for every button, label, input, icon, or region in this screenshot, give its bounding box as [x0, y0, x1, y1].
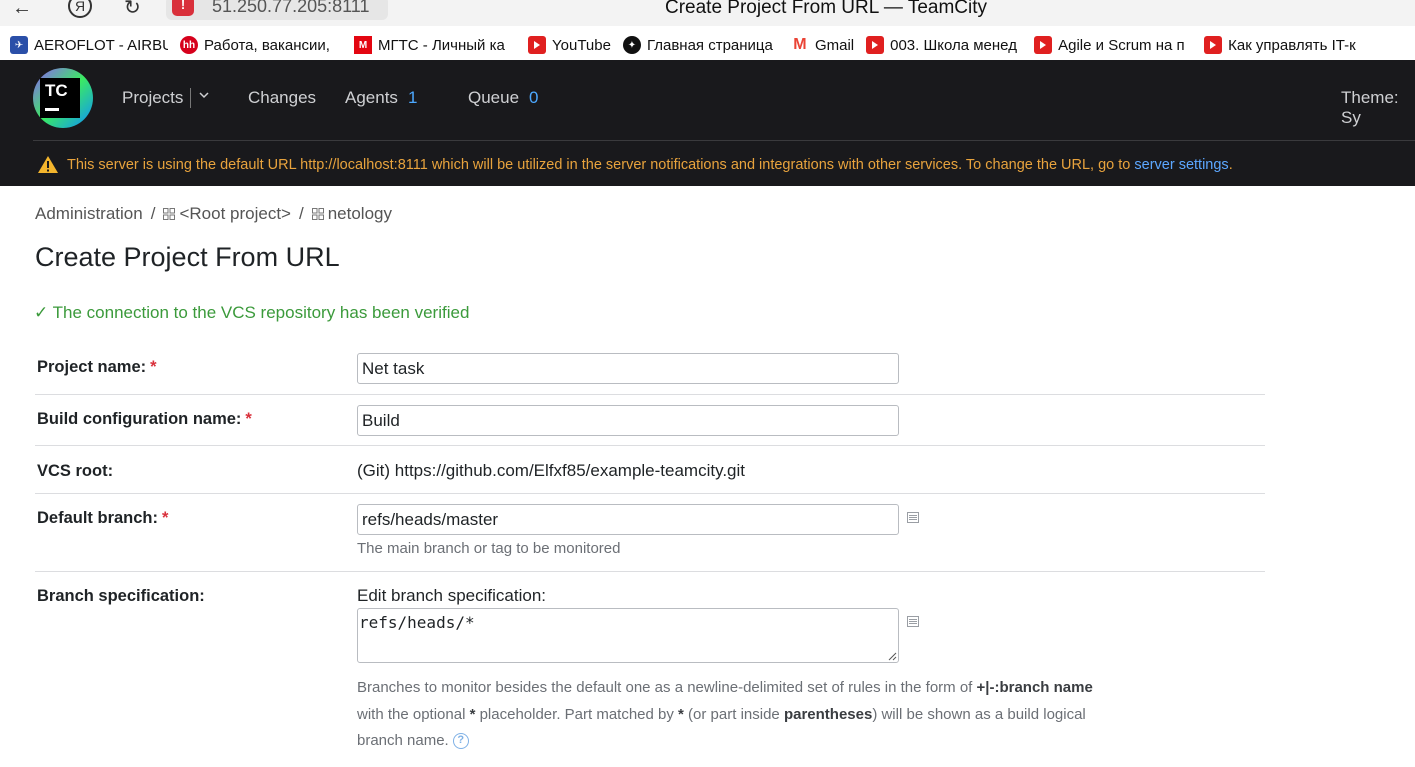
bookmarks-bar: ✈ AEROFLOT - AIRBU hh Работа, вакансии, … — [0, 30, 1415, 60]
logo-text: TC — [45, 81, 68, 100]
youtube-icon — [866, 36, 885, 54]
help-icon[interactable]: ? — [452, 733, 469, 750]
warning-icon — [38, 156, 58, 173]
vcs-root-row: VCS root: (Git) https://github.com/Elfxf… — [35, 446, 1265, 494]
compass-icon: ✦ — [622, 36, 641, 54]
bookmark-label: Agile и Scrum на п — [1058, 36, 1185, 54]
youtube-icon — [1204, 36, 1223, 54]
bookmark-it-manage[interactable]: Как управлять IT-к — [1204, 36, 1378, 54]
server-settings-link[interactable]: server settings — [1134, 157, 1228, 173]
breadcrumb-root-project[interactable]: <Root project> — [179, 204, 291, 224]
bookmark-youtube[interactable]: YouTube — [528, 36, 611, 54]
gmail-icon: M — [790, 36, 809, 54]
nav-projects[interactable]: Projects — [122, 88, 183, 108]
default-branch-row: Default branch:* The main branch or tag … — [35, 494, 1265, 572]
header-divider — [33, 140, 1415, 141]
warning-text: This server is using the default URL htt… — [67, 156, 1135, 173]
project-name-input[interactable] — [357, 353, 899, 384]
desc-text: (or part inside — [683, 705, 784, 723]
breadcrumb-netology[interactable]: netology — [328, 204, 392, 224]
server-url-warning: This server is using the default URL htt… — [37, 155, 1233, 174]
bookmark-label: Работа, вакансии, — [204, 36, 330, 54]
nav-agents[interactable]: Agents 1 — [345, 88, 417, 108]
aeroflot-icon: ✈ — [10, 36, 28, 54]
breadcrumb-administration[interactable]: Administration — [35, 204, 143, 224]
desc-bold: parentheses — [783, 705, 873, 723]
branch-spec-value: refs/heads/* — [359, 613, 475, 632]
required-mark: * — [245, 410, 252, 428]
project-name-row: Project name: * — [35, 343, 1265, 395]
resize-handle-icon[interactable] — [887, 651, 897, 661]
nav-queue[interactable]: Queue 0 — [468, 88, 539, 108]
desc-bold: +|-:branch name — [976, 679, 1093, 696]
breadcrumb: Administration / <Root project> / netolo… — [35, 204, 392, 224]
vcs-root-value: (Git) https://github.com/Elfxf85/example… — [357, 461, 745, 480]
project-name-label: Project name: * — [37, 358, 157, 376]
bookmark-agile[interactable]: Agile и Scrum на п — [1034, 36, 1192, 54]
nav-divider — [190, 88, 191, 108]
breadcrumb-separator: / — [298, 204, 304, 223]
desc-text: Branches to monitor besides the default … — [357, 679, 977, 696]
project-grid-icon — [311, 208, 324, 220]
bookmark-label: Главная страница — [646, 36, 773, 54]
desc-text: branch name. — [357, 732, 449, 749]
bookmark-label: AEROFLOT - AIRBU — [34, 36, 168, 54]
bookmark-hh[interactable]: hh Работа, вакансии, — [180, 36, 342, 54]
build-config-input[interactable] — [357, 405, 899, 436]
build-config-label: Build configuration name: * — [37, 410, 252, 428]
theme-selector[interactable]: Theme: Sy — [1341, 88, 1415, 128]
page-title: Create Project From URL — [35, 242, 340, 272]
mgts-icon: M — [354, 36, 372, 54]
nav-agents-label: Agents — [345, 88, 398, 107]
bookmark-label: 003. Школа менед — [890, 36, 1017, 54]
bookmark-label: YouTube — [552, 36, 611, 54]
nav-changes[interactable]: Changes — [248, 88, 316, 108]
list-edit-icon[interactable] — [907, 512, 919, 523]
vcs-verified-message: ✓ The connection to the VCS repository h… — [34, 303, 470, 322]
window-title: Create Project From URL — TeamCity — [664, 0, 988, 18]
browser-toolbar: ← Я ↻ ! 51.250.77.205:8111 Create Projec… — [0, 0, 1415, 26]
branch-spec-textarea[interactable]: refs/heads/* — [357, 608, 899, 663]
teamcity-logo-icon[interactable]: TC — [33, 68, 93, 130]
branch-spec-description: Branches to monitor besides the default … — [357, 675, 1157, 755]
bookmark-school[interactable]: 003. Школа менед — [866, 36, 1022, 54]
bookmark-main-page[interactable]: ✦ Главная страница — [622, 36, 779, 54]
branch-spec-edit-label: Edit branch specification: — [357, 586, 546, 605]
chevron-down-icon[interactable] — [199, 90, 209, 100]
bookmark-label: Gmail — [814, 36, 855, 54]
hh-icon: hh — [180, 36, 198, 54]
warning-end: . — [1228, 156, 1233, 173]
required-mark: * — [162, 509, 169, 527]
desc-text: with the optional — [357, 705, 470, 723]
branch-spec-label: Branch specification: — [37, 587, 205, 605]
list-edit-icon[interactable] — [907, 616, 919, 627]
default-branch-label: Default branch: * — [37, 509, 169, 527]
desc-text: ) will be shown as a build logical — [872, 705, 1086, 723]
youtube-icon — [1034, 36, 1053, 54]
agents-count: 1 — [407, 88, 418, 107]
default-branch-hint: The main branch or tag to be monitored — [357, 540, 621, 557]
vcs-root-label: VCS root: — [37, 462, 114, 480]
bookmark-label: Как управлять IT-к — [1228, 36, 1356, 54]
nav-queue-label: Queue — [468, 88, 520, 107]
bookmark-label: МГТС - Личный ка — [378, 36, 505, 54]
desc-text: placeholder. Part matched by — [475, 705, 679, 723]
queue-count: 0 — [529, 88, 539, 107]
bookmark-mgts[interactable]: M МГТС - Личный ка — [354, 36, 516, 54]
bookmark-gmail[interactable]: M Gmail — [790, 36, 855, 54]
bookmark-aeroflot[interactable]: ✈ AEROFLOT - AIRBU — [10, 36, 168, 54]
breadcrumb-separator: / — [150, 204, 156, 223]
default-branch-input[interactable] — [357, 504, 899, 535]
project-grid-icon — [163, 208, 176, 220]
build-config-row: Build configuration name: * — [35, 395, 1265, 446]
youtube-icon — [528, 36, 546, 54]
teamcity-header: TC Projects Changes Agents 1 Queue 0 Theme… — [0, 60, 1415, 186]
required-mark: * — [150, 358, 157, 376]
